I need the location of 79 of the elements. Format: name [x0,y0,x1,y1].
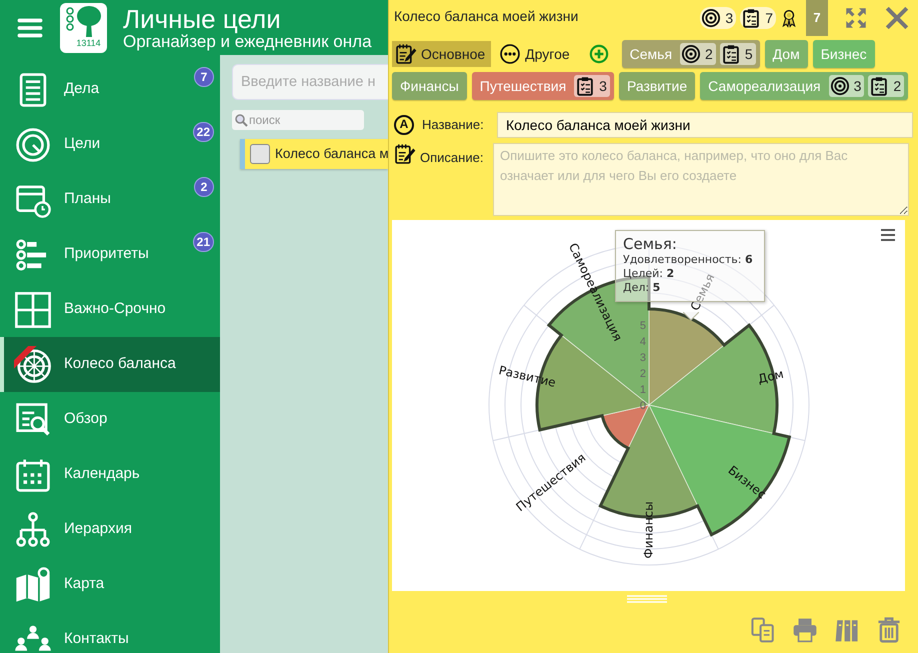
checkbox[interactable] [250,144,270,164]
tasks-counter[interactable]: 2 [868,75,904,97]
target-icon [681,44,702,64]
score-badge: 7 [806,0,828,36]
more-icon [499,43,522,65]
sidebar-item[interactable]: Важно-Срочно [0,282,220,337]
axis-tick-label: 1 [640,384,646,396]
sidebar-item[interactable]: Обзор [0,392,220,447]
category-chip[interactable]: Семья 2 5 [622,40,760,68]
tasks-counter[interactable]: 5 [720,43,756,65]
name-field[interactable]: Колесо баланса моей жизни [497,112,913,138]
letter-a-icon: A [394,115,414,135]
award-icon [780,7,798,29]
count-badge: 2 [194,177,214,197]
close-icon[interactable] [884,5,910,31]
menu-icon[interactable] [879,226,897,243]
clipboard-icon [869,76,890,96]
app-subtitle: Органайзер и ежедневник онла [123,32,372,50]
count-badge: 7 [194,67,214,87]
sidebar-item[interactable]: Дела 7 [0,62,220,117]
copy-icon[interactable] [750,617,776,643]
new-item-field[interactable]: Введите название н [232,64,388,100]
count-badge: 22 [192,122,214,142]
field-label: Описание: [420,149,484,167]
axis-tick-label: 0 [640,400,646,412]
clipboard-icon [720,44,741,64]
category-label: Дом [756,366,785,386]
menu-icon[interactable] [16,16,44,40]
sidebar-item[interactable]: Иерархия [0,502,220,557]
search-icon [234,113,248,127]
add-icon[interactable] [588,44,609,64]
sidebar-item[interactable]: Приоритеты 21 [0,227,220,282]
target-icon [830,76,850,96]
target-icon [701,8,722,28]
axis-tick-label: 3 [640,352,646,364]
hierarchy-icon [14,510,52,548]
sidebar-item[interactable]: Карта [0,557,220,612]
category-chip[interactable]: Путешествия 3 [472,72,614,100]
search-field[interactable]: поиск [232,110,364,130]
app-title: Личные цели [123,4,282,32]
clipboard-icon [575,76,596,96]
logo: 13114 [60,2,107,52]
axis-tick-label: 4 [640,336,646,348]
sidebar-item[interactable]: Цели 22 [0,117,220,172]
wheel-sector[interactable] [648,308,724,406]
clipboard-icon [741,8,762,28]
expand-icon[interactable] [844,6,868,30]
field-label: Название: [422,116,485,134]
notepad-icon [395,43,417,65]
axis-tick-label: 5 [640,320,646,332]
target-icon [14,126,52,164]
trash-icon[interactable] [876,617,902,643]
panel-title: Колесо баланса моей жизни [394,7,580,26]
category-chip[interactable]: Самореализация 3 2 [700,72,908,100]
tooltip-line: Удовлетворенность: 6 [623,253,754,267]
grid-icon [14,290,52,328]
overview-icon [14,400,52,438]
goals-counter[interactable]: 2 [680,43,716,65]
category-label: Финансы [641,501,656,559]
tooltip-title: Семья: [623,235,678,253]
tab[interactable]: Другое [496,41,576,67]
tooltip-pointer [683,312,699,321]
notepad-icon [394,143,416,165]
resize-grip[interactable] [627,595,667,603]
count-badge: 21 [192,232,214,252]
goals-counter[interactable]: 3 [828,75,864,97]
tab[interactable]: Основное [392,41,492,67]
sidebar-item[interactable]: Контакты [0,612,220,653]
axis-tick-label: 2 [640,368,646,380]
goals-counter[interactable]: 3 [700,7,736,29]
wheel-icon [14,346,52,384]
tasks-counter[interactable]: 3 [574,75,610,97]
sidebar-item[interactable]: Колесо баланса [0,337,220,392]
tasks-counter[interactable]: 7 [740,7,776,29]
description-field[interactable]: Опишите это колесо баланса, например, что оно для Вас означает или для чего Вы его создаете [493,143,909,216]
print-icon[interactable] [792,617,818,643]
sidebar-item[interactable]: Планы 2 [0,172,220,227]
sidebar-item[interactable]: Календарь [0,447,220,502]
map-icon [14,566,52,604]
